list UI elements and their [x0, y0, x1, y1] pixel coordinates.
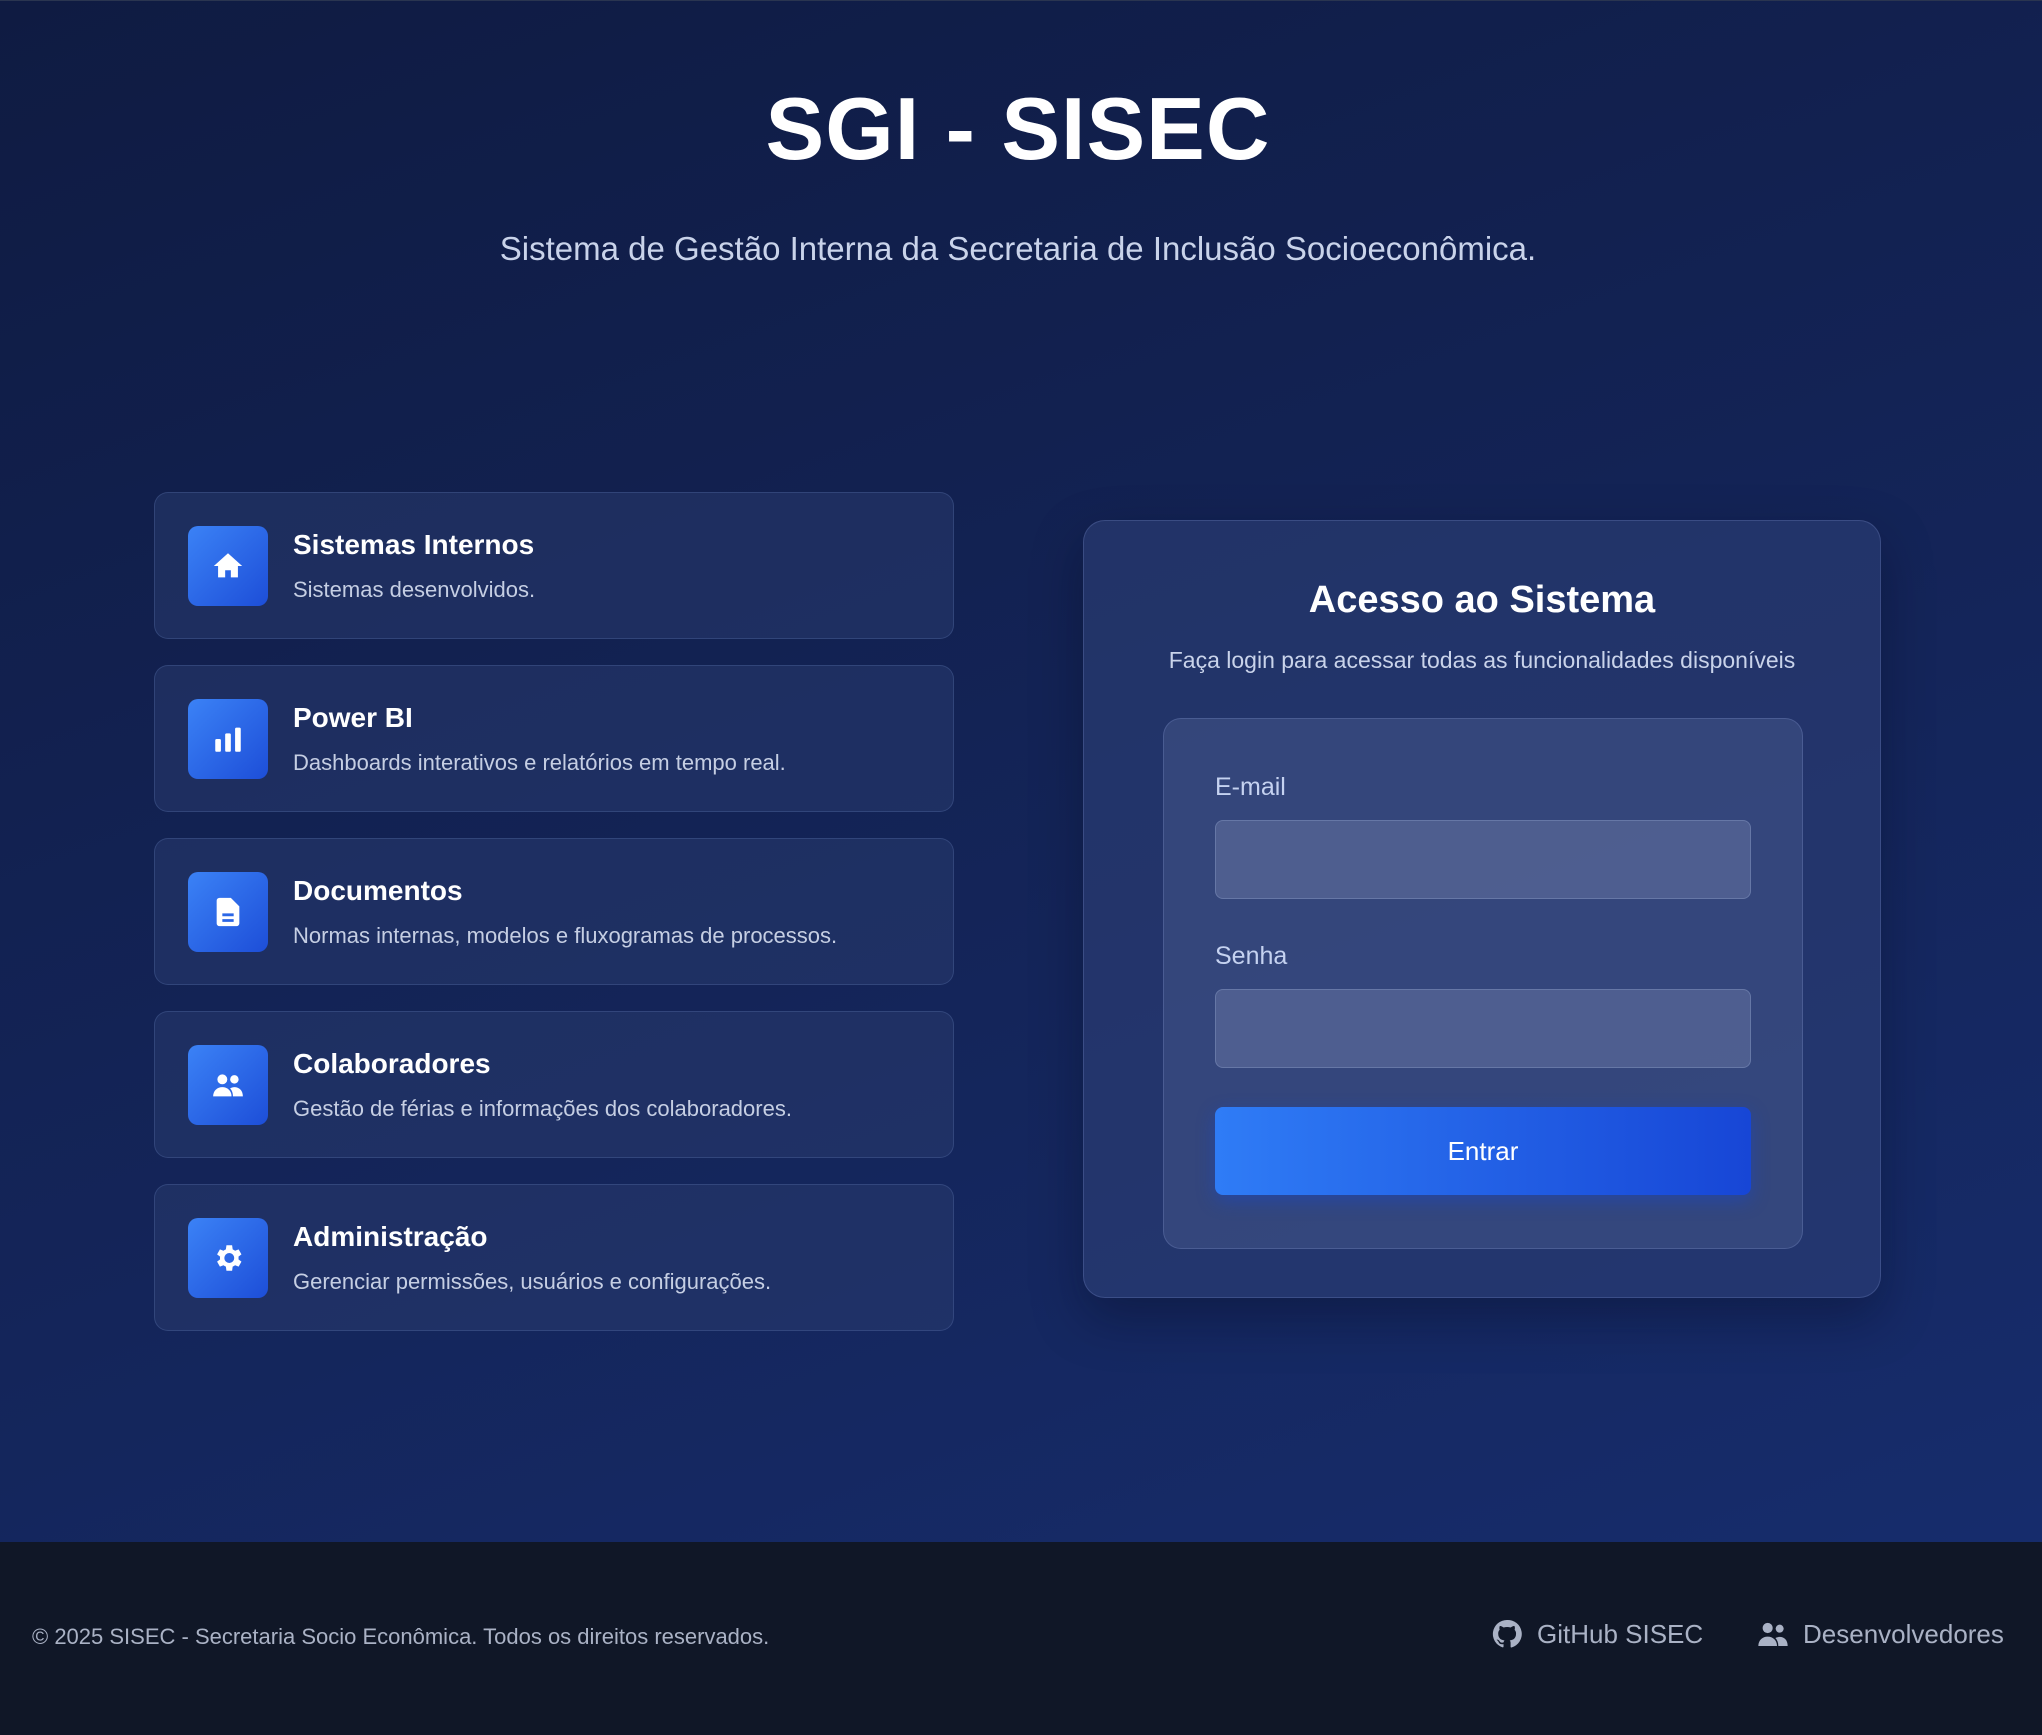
feature-title: Administração — [293, 1221, 488, 1252]
feature-title: Power BI — [293, 702, 413, 733]
feature-description: Sistemas desenvolvidos. — [293, 577, 536, 602]
page-subtitle: Sistema de Gestão Interna da Secretaria … — [499, 230, 1537, 267]
feature-title: Sistemas Internos — [293, 529, 535, 560]
feature-card-colaboradores[interactable]: Colaboradores Gestão de férias e informa… — [154, 1011, 954, 1158]
users-icon — [188, 1045, 268, 1125]
login-form: E-mail Senha Entrar — [1163, 718, 1803, 1249]
feature-card-documentos[interactable]: Documentos Normas internas, modelos e fl… — [154, 838, 954, 985]
github-link-label: GitHub SISEC — [1537, 1618, 1704, 1649]
feature-description: Gestão de férias e informações dos colab… — [293, 1096, 792, 1121]
email-field[interactable] — [1215, 820, 1751, 899]
gear-icon — [188, 1218, 268, 1298]
github-icon — [1492, 1619, 1522, 1648]
feature-title: Colaboradores — [293, 1048, 491, 1079]
email-label: E-mail — [1215, 773, 1286, 801]
feature-description: Normas internas, modelos e fluxogramas d… — [293, 923, 838, 948]
feature-card-sistemas-internos[interactable]: Sistemas Internos Sistemas desenvolvidos… — [154, 492, 954, 639]
login-button[interactable]: Entrar — [1215, 1107, 1751, 1195]
feature-card-power-bi[interactable]: Power BI Dashboards interativos e relató… — [154, 665, 954, 812]
footer: © 2025 SISEC - Secretaria Socio Econômic… — [0, 1542, 2042, 1735]
feature-list: Sistemas Internos Sistemas desenvolvidos… — [154, 492, 954, 1357]
password-field[interactable] — [1215, 989, 1751, 1068]
bar-chart-icon — [188, 699, 268, 779]
login-subtitle: Faça login para acessar todas as funcion… — [1168, 647, 1796, 673]
developers-link[interactable]: Desenvolvedores — [1757, 1618, 2004, 1650]
feature-title: Documentos — [293, 875, 463, 906]
feature-description: Gerenciar permissões, usuários e configu… — [293, 1269, 772, 1294]
login-panel: Acesso ao Sistema Faça login para acessa… — [1083, 520, 1881, 1298]
developers-link-label: Desenvolvedores — [1803, 1618, 2004, 1649]
login-title: Acesso ao Sistema — [1308, 579, 1656, 621]
feature-card-administracao[interactable]: Administração Gerenciar permissões, usuá… — [154, 1184, 954, 1331]
document-icon — [188, 872, 268, 952]
github-link[interactable]: GitHub SISEC — [1491, 1618, 1703, 1650]
footer-copyright: © 2025 SISEC - Secretaria Socio Econômic… — [32, 1624, 770, 1649]
page-title: SGI - SISEC — [765, 79, 1271, 178]
top-border — [0, 0, 2042, 1]
password-label: Senha — [1215, 942, 1288, 970]
home-icon — [188, 526, 268, 606]
feature-description: Dashboards interativos e relatórios em t… — [293, 750, 786, 775]
users-icon — [1758, 1622, 1788, 1646]
